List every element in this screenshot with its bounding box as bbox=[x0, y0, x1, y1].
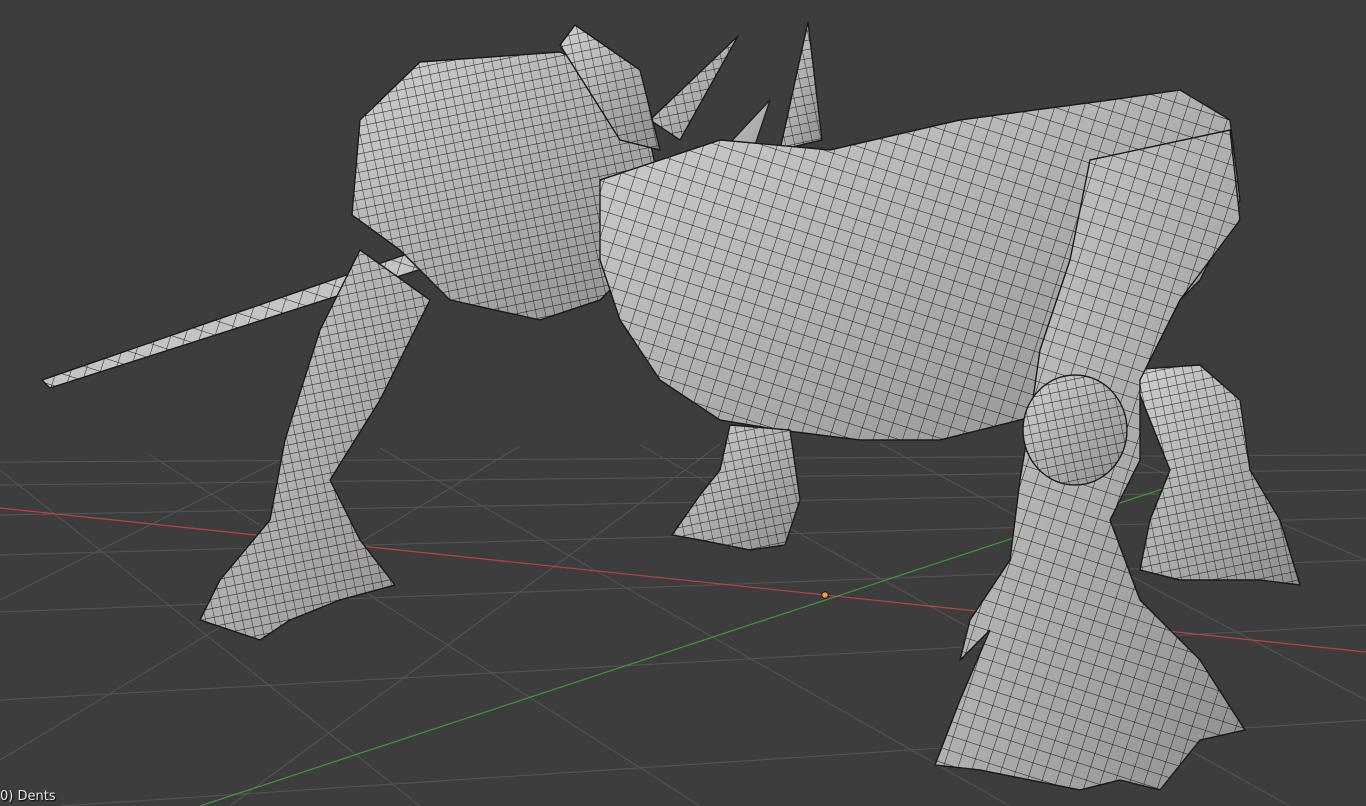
viewport-canvas[interactable] bbox=[0, 0, 1366, 806]
object-origin[interactable] bbox=[821, 591, 829, 599]
3d-viewport[interactable]: 0) Dents bbox=[0, 0, 1366, 806]
object-info-text: 0) Dents bbox=[0, 789, 56, 804]
creature-mesh[interactable] bbox=[40, 21, 1301, 791]
